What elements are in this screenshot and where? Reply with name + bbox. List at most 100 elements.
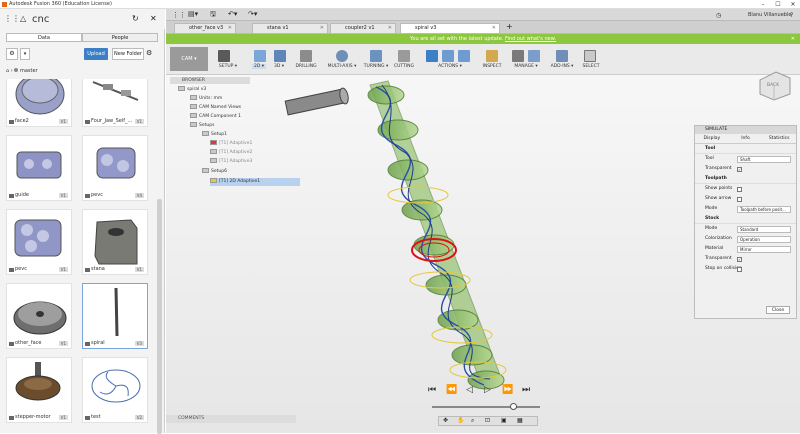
gear-icon[interactable]: ⚙ xyxy=(6,48,18,60)
workspace-dropdown[interactable]: CAM ▾ xyxy=(170,47,208,71)
file-card-spiral[interactable]: spiral V3 xyxy=(82,283,148,349)
ribbon-add-ins[interactable]: ADD-INS ▾ xyxy=(548,64,576,69)
manage-tool-icon[interactable] xyxy=(528,50,540,62)
play-back-icon[interactable]: ◁ xyxy=(466,385,473,395)
toolpath-section[interactable]: Toolpath xyxy=(695,174,796,184)
ribbon-cutting[interactable]: CUTTING xyxy=(392,64,416,69)
add-ins-icon[interactable] xyxy=(556,50,568,62)
stock-transparent-checkbox[interactable]: ✓ xyxy=(737,257,742,262)
2d-icon[interactable] xyxy=(254,50,266,62)
manage-icon[interactable] xyxy=(512,50,524,62)
maximize-button[interactable]: ☐ xyxy=(771,0,785,9)
banner-link[interactable]: Find out what's new. xyxy=(505,36,556,42)
tab-other-face[interactable]: other_face v3 ✕ xyxy=(174,23,236,33)
stop-collision-checkbox[interactable] xyxy=(737,267,742,272)
file-card-test[interactable]: test V2 xyxy=(82,357,148,423)
close-tab-icon[interactable]: ✕ xyxy=(492,24,496,33)
browser-row-2d-adaptive1[interactable]: [T1] 2D Adaptive1 xyxy=(210,178,300,186)
tab-statistics[interactable]: Statistics xyxy=(762,134,796,143)
show-arrow-checkbox[interactable] xyxy=(737,197,742,202)
stock-section[interactable]: Stock xyxy=(695,214,796,224)
upload-button[interactable]: Upload xyxy=(84,48,108,60)
display-settings-icon[interactable]: ▣ xyxy=(501,417,507,424)
new-tab-icon[interactable]: + xyxy=(506,22,513,31)
tab-stana[interactable]: stana v1 ✕ xyxy=(252,23,328,33)
browser-row-setup6[interactable]: Setup6 xyxy=(202,168,227,176)
tool-transparent-checkbox[interactable]: ✓ xyxy=(737,167,742,172)
chevron-down-icon[interactable]: ▾ xyxy=(20,48,30,60)
browser-row-setup1[interactable]: Setup1 xyxy=(202,131,227,139)
timeline-knob[interactable] xyxy=(510,403,517,410)
browser-row-adaptive3[interactable]: [T1] Adaptive3 xyxy=(210,158,252,166)
simulate-action-icon[interactable] xyxy=(426,50,438,62)
home-icon[interactable]: ⌂ xyxy=(6,68,9,74)
ribbon-2d[interactable]: 2D ▾ xyxy=(252,64,266,69)
breadcrumb-current[interactable]: master xyxy=(20,68,38,74)
redo-icon[interactable]: ↷▾ xyxy=(248,10,257,18)
simulation-timeline[interactable] xyxy=(432,406,540,408)
close-banner-icon[interactable]: ✕ xyxy=(791,34,795,44)
file-card-stana[interactable]: stana V1 xyxy=(82,209,148,275)
settings-icon[interactable]: ⚙ xyxy=(146,49,152,57)
step-forward-icon[interactable]: ⏩ xyxy=(502,385,513,395)
browser-row-adaptive2[interactable]: [T1] Adaptive2 xyxy=(210,149,252,157)
drilling-icon[interactable] xyxy=(300,50,312,62)
file-card-other-face[interactable]: other_face V1 xyxy=(6,283,72,349)
tab-coupler2[interactable]: coupler2 v1 ✕ xyxy=(330,23,396,33)
comments-bar[interactable]: COMMENTS xyxy=(166,415,296,423)
multi-axis-icon[interactable] xyxy=(336,50,348,62)
setup-icon[interactable] xyxy=(218,50,230,62)
file-card-pevc-v1[interactable]: pevc V1 xyxy=(6,209,72,275)
data-panel-toggle-icon[interactable]: ⋮⋮ xyxy=(172,11,186,19)
turning-icon[interactable] xyxy=(370,50,382,62)
view-cube[interactable]: BACK xyxy=(756,66,792,102)
tool-select[interactable]: Shaft xyxy=(737,156,791,163)
tool-section[interactable]: Tool xyxy=(695,144,796,154)
pan-icon[interactable]: ✋ xyxy=(457,417,464,424)
undo-icon[interactable]: ↶▾ xyxy=(228,10,237,18)
fit-icon[interactable]: ⊡ xyxy=(485,417,490,424)
skip-end-icon[interactable]: ⏭ xyxy=(522,385,530,395)
ribbon-turning[interactable]: TURNING ▾ xyxy=(362,64,390,69)
help-icon[interactable]: ? xyxy=(790,12,793,19)
ribbon-setup[interactable]: SETUP ▾ xyxy=(216,64,240,69)
tab-data[interactable]: Data xyxy=(6,33,82,42)
close-window-button[interactable]: ✕ xyxy=(786,0,800,9)
file-card-guide[interactable]: guide V1 xyxy=(6,135,72,201)
grid-settings-icon[interactable]: ▦ xyxy=(517,417,523,424)
close-panel-icon[interactable]: ✕ xyxy=(150,14,157,23)
browser-row-named-views[interactable]: CAM Named Views xyxy=(190,104,241,112)
refresh-icon[interactable]: ↻ xyxy=(132,14,139,23)
ribbon-3d[interactable]: 3D ▾ xyxy=(272,64,286,69)
inspect-icon[interactable] xyxy=(486,50,498,62)
user-name[interactable]: Blanu Villanueble xyxy=(748,12,791,18)
toolpath-mode-select[interactable]: Toolpath before posit... xyxy=(737,206,791,213)
select-arrow-icon[interactable] xyxy=(584,50,596,62)
ribbon-inspect[interactable]: INSPECT xyxy=(480,64,504,69)
browser-row-units[interactable]: Units: mm xyxy=(190,95,222,103)
grid-icon[interactable]: ⋮⋮ xyxy=(4,14,20,23)
setup-sheet-icon[interactable] xyxy=(458,50,470,62)
simulate-close-button[interactable]: Close xyxy=(766,306,790,314)
show-points-checkbox[interactable] xyxy=(737,187,742,192)
data-panel-scrollbar[interactable] xyxy=(157,199,162,434)
play-icon[interactable]: ▷ xyxy=(484,385,491,395)
minimize-button[interactable]: – xyxy=(756,0,770,9)
tab-info[interactable]: Info xyxy=(729,134,763,143)
close-tab-icon[interactable]: ✕ xyxy=(320,24,324,33)
save-icon[interactable]: 🖫 xyxy=(210,10,216,21)
file-card-face2[interactable]: face2 V1 xyxy=(6,79,72,127)
skip-start-icon[interactable]: ⏮ xyxy=(428,385,436,395)
file-card-stepper-motor[interactable]: stepper-motor V1 xyxy=(6,357,72,423)
ribbon-drilling[interactable]: DRILLING xyxy=(294,64,318,69)
3d-icon[interactable] xyxy=(274,50,286,62)
post-process-icon[interactable] xyxy=(442,50,454,62)
file-card-pevc-v4[interactable]: pevc V4 xyxy=(82,135,148,201)
tab-spiral[interactable]: spiral v3 ✕ xyxy=(400,23,500,33)
browser-header[interactable]: BROWSER xyxy=(170,77,250,84)
ribbon-actions[interactable]: ACTIONS ▾ xyxy=(430,64,470,69)
close-tab-icon[interactable]: ✕ xyxy=(388,24,392,33)
ribbon-manage[interactable]: MANAGE ▾ xyxy=(510,64,542,69)
clock-icon[interactable]: ◷ xyxy=(716,12,721,19)
browser-row-root[interactable]: spiral v3 xyxy=(178,86,206,94)
